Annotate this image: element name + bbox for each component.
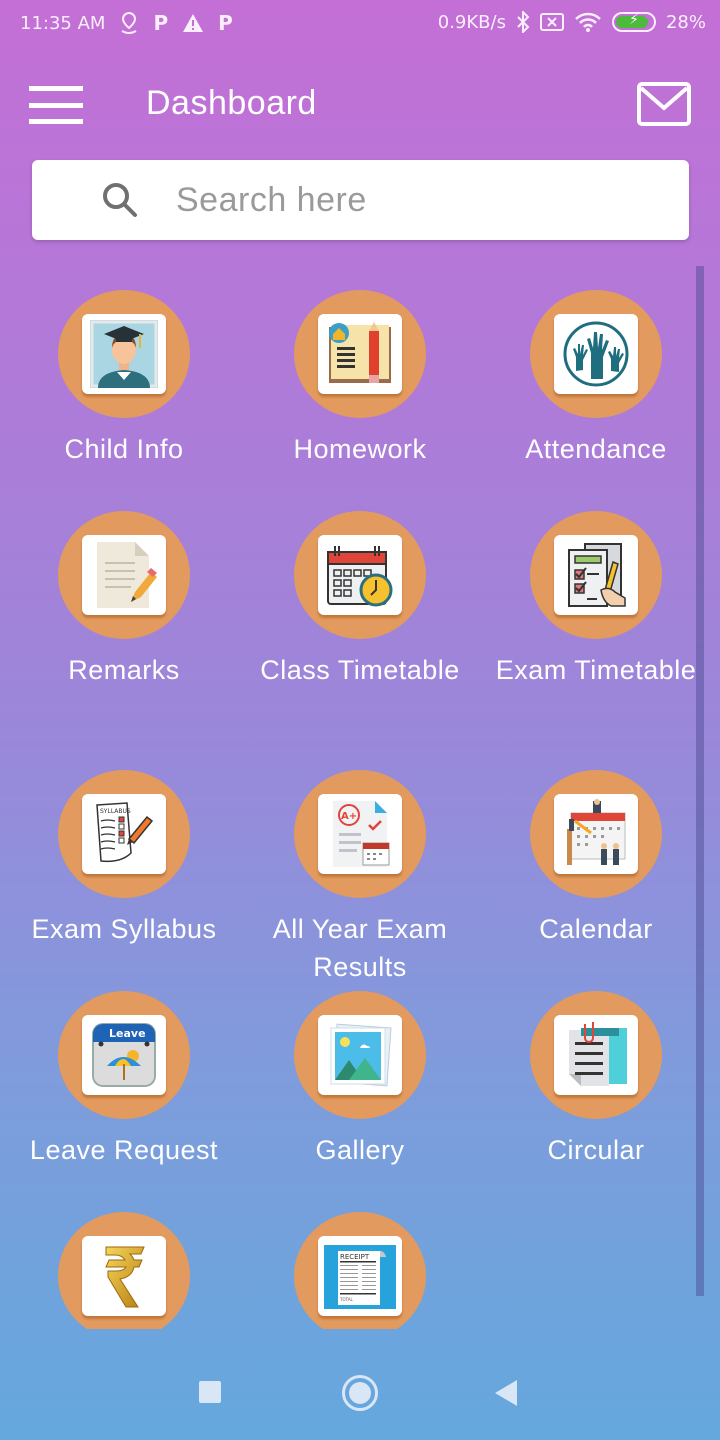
tile-circle: A+: [294, 770, 426, 898]
status-left: 11:35 AM P P: [20, 11, 233, 35]
search-input[interactable]: [176, 172, 676, 228]
system-nav-bar: [0, 1350, 720, 1440]
page-title: Dashboard: [146, 84, 317, 122]
hamburger-menu-icon[interactable]: [29, 86, 83, 124]
tile-circle: [294, 991, 426, 1119]
student-graduate-icon: [82, 314, 166, 394]
tile-circle: RECEIPT TOTAL: [294, 1212, 426, 1329]
receipt-icon: RECEIPT TOTAL: [318, 1236, 402, 1316]
tile-circle: [530, 290, 662, 418]
bluetooth-icon: [516, 11, 530, 33]
tile-label: All Year Exam Results: [272, 914, 448, 982]
menu-line: [29, 102, 83, 108]
clipped-document-icon: [554, 1015, 638, 1095]
picture-gallery-icon: [318, 1015, 402, 1095]
tile-receipt[interactable]: RECEIPT TOTAL: [242, 1212, 478, 1329]
tile-circle: [58, 511, 190, 639]
search-icon[interactable]: [100, 180, 140, 224]
tile-label: Child Info: [64, 434, 184, 464]
location-pin-icon: [119, 11, 139, 35]
raised-hands-icon: [554, 314, 638, 394]
book-pencil-icon: [318, 314, 402, 394]
tile-circular[interactable]: Circular: [478, 991, 696, 1169]
svg-text:A+: A+: [341, 811, 357, 822]
tile-label: Gallery: [315, 1135, 405, 1165]
tile-circle: SYLLABUS: [58, 770, 190, 898]
svg-text:SYLLABUS: SYLLABUS: [100, 808, 131, 815]
tile-class-timetable[interactable]: Class Timetable: [242, 511, 478, 689]
tile-all-year-exam-results[interactable]: A+ All Year Exam Results: [242, 770, 478, 986]
status-time: 11:35 AM: [20, 12, 106, 34]
app-bar: Dashboard: [0, 70, 720, 140]
tile-label: Exam Timetable: [495, 655, 696, 685]
p-app-icon: P: [153, 11, 169, 35]
calendar-people-icon: [554, 794, 638, 874]
tile-calendar[interactable]: Calendar: [478, 770, 696, 948]
rupee-icon: [82, 1236, 166, 1316]
tile-child-info[interactable]: Child Info: [6, 290, 242, 468]
svg-text:RECEIPT: RECEIPT: [340, 1253, 370, 1261]
charging-bolt-icon: ⚡: [629, 12, 639, 28]
dashboard-grid: Child Info Homework Attendance Remarks C…: [0, 266, 696, 1329]
calendar-clock-icon: [318, 535, 402, 615]
tile-label: Homework: [293, 434, 427, 464]
tile-fees[interactable]: [6, 1212, 242, 1329]
tile-exam-syllabus[interactable]: SYLLABUS Exam Syllabus: [6, 770, 242, 948]
tile-label: Circular: [547, 1135, 645, 1165]
menu-line: [29, 119, 83, 124]
search-bar[interactable]: [32, 160, 689, 240]
tile-label: Attendance: [525, 434, 667, 464]
svg-text:Leave: Leave: [109, 1027, 146, 1040]
tile-circle: [530, 511, 662, 639]
network-speed: 0.9KB/s: [437, 11, 506, 33]
tile-label: Class Timetable: [260, 655, 460, 685]
tile-homework[interactable]: Homework: [242, 290, 478, 468]
tile-circle: Leave: [58, 991, 190, 1119]
tile-circle: [530, 770, 662, 898]
tile-circle: [58, 1212, 190, 1329]
svg-text:TOTAL: TOTAL: [339, 1297, 353, 1302]
menu-line: [29, 86, 83, 91]
tile-leave-request[interactable]: Leave Leave Request: [6, 991, 242, 1169]
status-bar: 11:35 AM P P 0.9KB/s ⚡ 28%: [0, 0, 720, 50]
document-pencil-icon: [82, 535, 166, 615]
tile-circle: [294, 290, 426, 418]
battery-percent: 28%: [665, 11, 706, 33]
back-icon[interactable]: [495, 1380, 517, 1406]
tile-label: Remarks: [68, 655, 180, 685]
home-icon[interactable]: [342, 1375, 378, 1411]
warning-icon: [182, 13, 204, 33]
status-right: 0.9KB/s ⚡ 28%: [438, 11, 706, 33]
leave-calendar-icon: Leave: [82, 1015, 166, 1095]
grade-a-plus-icon: A+: [318, 794, 402, 874]
no-sim-icon: [539, 12, 564, 32]
scrollbar[interactable]: [696, 266, 704, 1296]
exam-checklist-icon: [554, 535, 638, 615]
wifi-icon: [574, 11, 602, 33]
tile-exam-timetable[interactable]: Exam Timetable: [478, 511, 696, 689]
tile-circle: [294, 511, 426, 639]
tile-circle: [58, 290, 190, 418]
syllabus-icon: SYLLABUS: [82, 794, 166, 874]
tile-circle: [530, 991, 662, 1119]
tile-gallery[interactable]: Gallery: [242, 991, 478, 1169]
tile-remarks[interactable]: Remarks: [6, 511, 242, 689]
recents-icon[interactable]: [199, 1381, 221, 1403]
tile-attendance[interactable]: Attendance: [478, 290, 696, 468]
p-app-icon: P: [218, 11, 233, 35]
battery-icon: ⚡: [611, 12, 656, 32]
mail-icon[interactable]: [637, 82, 691, 126]
tile-label: Calendar: [539, 914, 653, 944]
tile-label: Leave Request: [29, 1135, 219, 1165]
tile-label: Exam Syllabus: [31, 914, 217, 944]
